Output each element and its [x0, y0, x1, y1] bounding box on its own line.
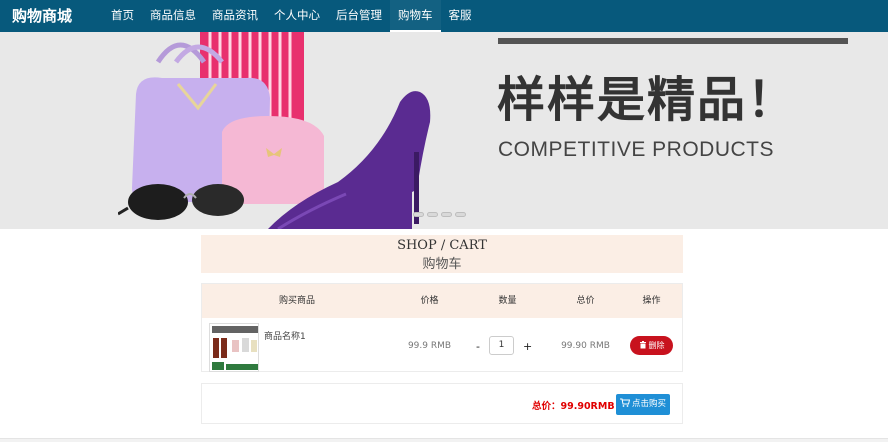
product-thumbnail-image — [210, 324, 258, 371]
header-price: 价格 — [420, 296, 439, 306]
site-brand[interactable]: 购物商城 — [12, 0, 72, 32]
nav-item-products[interactable]: 商品信息 — [142, 0, 204, 32]
cart-table-header: 购买商品 价格 数量 总价 操作 — [202, 284, 682, 318]
carousel-indicator[interactable] — [427, 212, 438, 217]
header-subtotal: 总价 — [576, 296, 595, 306]
cart-title-box: SHOP / CART 购物车 — [201, 235, 683, 273]
nav-item-profile[interactable]: 个人中心 — [266, 0, 328, 32]
header-action: 操作 — [642, 296, 661, 306]
item-price: 99.9 RMB — [407, 341, 452, 351]
carousel-indicator[interactable] — [413, 212, 424, 217]
banner-heading: 样样是精品！ — [497, 72, 798, 128]
nav-item-cart[interactable]: 购物车 — [390, 0, 441, 32]
banner-carousel[interactable]: 样样是精品！ COMPETITIVE PRODUCTS — [0, 32, 888, 229]
header-quantity: 数量 — [498, 296, 517, 306]
top-navbar: 购物商城 首页 商品信息 商品资讯 个人中心 后台管理 购物车 客服 — [0, 0, 888, 32]
buy-button-label: 点击购买 — [631, 399, 666, 409]
decrease-quantity-button[interactable]: - — [476, 340, 480, 353]
carousel-indicators — [413, 212, 466, 217]
nav-item-home[interactable]: 首页 — [103, 0, 142, 32]
banner-cropped-text — [498, 38, 848, 44]
header-product: 购买商品 — [278, 296, 315, 306]
banner-top-slogan — [498, 32, 858, 58]
delete-button-label: 删除 — [648, 341, 665, 350]
banner-subheading: COMPETITIVE PRODUCTS — [498, 138, 775, 161]
carousel-indicator[interactable] — [441, 212, 452, 217]
increase-quantity-button[interactable]: + — [523, 340, 532, 353]
carousel-indicator[interactable] — [455, 212, 466, 217]
cart-title-en: SHOP / CART — [397, 238, 487, 253]
product-name[interactable]: 商品名称1 — [264, 329, 306, 342]
item-subtotal: 99.90 RMB — [561, 341, 610, 351]
delete-button[interactable]: 删除 — [630, 336, 673, 355]
nav-item-service[interactable]: 客服 — [441, 0, 480, 32]
buy-button[interactable]: 点击购买 — [616, 394, 670, 415]
nav-item-admin[interactable]: 后台管理 — [328, 0, 390, 32]
trash-icon — [639, 341, 646, 349]
cart-icon — [619, 398, 631, 407]
product-thumbnail[interactable] — [209, 323, 259, 372]
checkout-bar: 总价：99.90RMB 点击购买 — [201, 383, 683, 424]
main-nav: 首页 商品信息 商品资讯 个人中心 后台管理 购物车 客服 — [103, 0, 480, 32]
cart-total: 总价：99.90RMB — [532, 401, 615, 412]
quantity-input[interactable]: 1 — [489, 336, 514, 355]
page-bottom-divider — [0, 438, 888, 442]
cart-title-cn: 购物车 — [422, 257, 462, 272]
cart-table: 购买商品 价格 数量 总价 操作 商品名称1 99.9 RMB - 1 + 99… — [201, 283, 683, 372]
nav-item-news[interactable]: 商品资讯 — [204, 0, 266, 32]
banner-product-image — [118, 32, 431, 229]
cart-item-row: 商品名称1 99.9 RMB - 1 + 99.90 RMB 删除 — [202, 319, 682, 372]
